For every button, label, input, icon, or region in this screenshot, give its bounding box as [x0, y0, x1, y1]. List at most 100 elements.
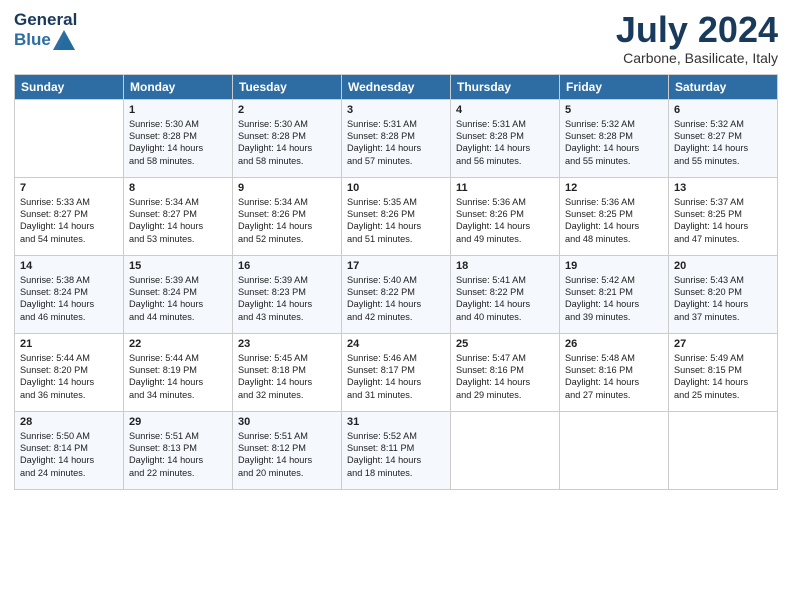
day-number: 29	[129, 416, 227, 428]
calendar-cell: 29 Sunrise: 5:51 AM Sunset: 8:13 PM Dayli…	[124, 411, 233, 489]
day-number: 15	[129, 260, 227, 272]
day-number: 28	[20, 416, 118, 428]
day-number: 24	[347, 338, 445, 350]
day-info: Sunrise: 5:33 AM Sunset: 8:27 PM Dayligh…	[20, 196, 118, 246]
day-info: Sunrise: 5:50 AM Sunset: 8:14 PM Dayligh…	[20, 430, 118, 480]
day-info: Sunrise: 5:47 AM Sunset: 8:16 PM Dayligh…	[456, 352, 554, 402]
day-number: 9	[238, 182, 336, 194]
day-number: 21	[20, 338, 118, 350]
day-number: 25	[456, 338, 554, 350]
day-number: 31	[347, 416, 445, 428]
day-number: 23	[238, 338, 336, 350]
calendar-cell: 4 Sunrise: 5:31 AM Sunset: 8:28 PM Daylig…	[451, 99, 560, 177]
day-info: Sunrise: 5:32 AM Sunset: 8:27 PM Dayligh…	[674, 118, 772, 168]
day-info: Sunrise: 5:37 AM Sunset: 8:25 PM Dayligh…	[674, 196, 772, 246]
day-info: Sunrise: 5:34 AM Sunset: 8:27 PM Dayligh…	[129, 196, 227, 246]
calendar-cell: 23 Sunrise: 5:45 AM Sunset: 8:18 PM Dayli…	[233, 333, 342, 411]
calendar-cell: 17Sunrise: 5:40 AM Sunset: 8:22 PM Dayli…	[342, 255, 451, 333]
calendar-cell: 25 Sunrise: 5:47 AM Sunset: 8:16 PM Dayli…	[451, 333, 560, 411]
day-number: 4	[456, 104, 554, 116]
calendar-cell: 10Sunrise: 5:35 AM Sunset: 8:26 PM Dayli…	[342, 177, 451, 255]
column-header-wednesday: Wednesday	[342, 74, 451, 99]
day-info: Sunrise: 5:52 AM Sunset: 8:11 PM Dayligh…	[347, 430, 445, 480]
week-row-4: 21 Sunrise: 5:44 AM Sunset: 8:20 PM Dayli…	[15, 333, 778, 411]
day-info: Sunrise: 5:31 AM Sunset: 8:28 PM Dayligh…	[347, 118, 445, 168]
day-info: Sunrise: 5:34 AM Sunset: 8:26 PM Dayligh…	[238, 196, 336, 246]
calendar-cell: 11 Sunrise: 5:36 AM Sunset: 8:26 PM Dayli…	[451, 177, 560, 255]
calendar-table: SundayMondayTuesdayWednesdayThursdayFrid…	[14, 74, 778, 490]
logo-line1: General	[14, 10, 77, 30]
location-subtitle: Carbone, Basilicate, Italy	[616, 50, 778, 66]
day-info: Sunrise: 5:44 AM Sunset: 8:19 PM Dayligh…	[129, 352, 227, 402]
day-info: Sunrise: 5:38 AM Sunset: 8:24 PM Dayligh…	[20, 274, 118, 324]
calendar-cell: 20 Sunrise: 5:43 AM Sunset: 8:20 PM Dayli…	[669, 255, 778, 333]
calendar-cell: 3 Sunrise: 5:31 AM Sunset: 8:28 PM Daylig…	[342, 99, 451, 177]
calendar-cell: 2 Sunrise: 5:30 AM Sunset: 8:28 PM Daylig…	[233, 99, 342, 177]
day-info: Sunrise: 5:41 AM Sunset: 8:22 PM Dayligh…	[456, 274, 554, 324]
day-info: Sunrise: 5:35 AM Sunset: 8:26 PM Dayligh…	[347, 196, 445, 246]
day-number: 19	[565, 260, 663, 272]
day-info: Sunrise: 5:44 AM Sunset: 8:20 PM Dayligh…	[20, 352, 118, 402]
calendar-cell: 7 Sunrise: 5:33 AM Sunset: 8:27 PM Daylig…	[15, 177, 124, 255]
day-info: Sunrise: 5:42 AM Sunset: 8:21 PM Dayligh…	[565, 274, 663, 324]
calendar-cell: 1 Sunrise: 5:30 AM Sunset: 8:28 PM Daylig…	[124, 99, 233, 177]
day-number: 14	[20, 260, 118, 272]
calendar-cell	[560, 411, 669, 489]
day-info: Sunrise: 5:48 AM Sunset: 8:16 PM Dayligh…	[565, 352, 663, 402]
day-info: Sunrise: 5:30 AM Sunset: 8:28 PM Dayligh…	[238, 118, 336, 168]
calendar-cell: 22 Sunrise: 5:44 AM Sunset: 8:19 PM Dayli…	[124, 333, 233, 411]
day-info: Sunrise: 5:32 AM Sunset: 8:28 PM Dayligh…	[565, 118, 663, 168]
calendar-cell	[669, 411, 778, 489]
calendar-cell: 18 Sunrise: 5:41 AM Sunset: 8:22 PM Dayli…	[451, 255, 560, 333]
day-number: 20	[674, 260, 772, 272]
day-info: Sunrise: 5:30 AM Sunset: 8:28 PM Dayligh…	[129, 118, 227, 168]
day-info: Sunrise: 5:31 AM Sunset: 8:28 PM Dayligh…	[456, 118, 554, 168]
column-header-thursday: Thursday	[451, 74, 560, 99]
calendar-cell: 24Sunrise: 5:46 AM Sunset: 8:17 PM Dayli…	[342, 333, 451, 411]
day-info: Sunrise: 5:39 AM Sunset: 8:23 PM Dayligh…	[238, 274, 336, 324]
calendar-cell: 12Sunrise: 5:36 AM Sunset: 8:25 PM Dayli…	[560, 177, 669, 255]
day-number: 5	[565, 104, 663, 116]
week-row-5: 28 Sunrise: 5:50 AM Sunset: 8:14 PM Dayli…	[15, 411, 778, 489]
day-number: 26	[565, 338, 663, 350]
column-header-friday: Friday	[560, 74, 669, 99]
header: General Blue July 2024 Carbone, Basilica…	[14, 10, 778, 66]
day-number: 8	[129, 182, 227, 194]
day-number: 3	[347, 104, 445, 116]
logo-line2: Blue	[14, 30, 77, 50]
day-number: 1	[129, 104, 227, 116]
week-row-3: 14 Sunrise: 5:38 AM Sunset: 8:24 PM Dayli…	[15, 255, 778, 333]
day-info: Sunrise: 5:49 AM Sunset: 8:15 PM Dayligh…	[674, 352, 772, 402]
week-row-2: 7 Sunrise: 5:33 AM Sunset: 8:27 PM Daylig…	[15, 177, 778, 255]
calendar-cell: 19 Sunrise: 5:42 AM Sunset: 8:21 PM Dayli…	[560, 255, 669, 333]
logo: General Blue	[14, 10, 77, 50]
calendar-cell: 16 Sunrise: 5:39 AM Sunset: 8:23 PM Dayli…	[233, 255, 342, 333]
calendar-cell: 6 Sunrise: 5:32 AM Sunset: 8:27 PM Daylig…	[669, 99, 778, 177]
day-info: Sunrise: 5:51 AM Sunset: 8:13 PM Dayligh…	[129, 430, 227, 480]
day-number: 2	[238, 104, 336, 116]
day-number: 18	[456, 260, 554, 272]
calendar-cell: 31 Sunrise: 5:52 AM Sunset: 8:11 PM Dayli…	[342, 411, 451, 489]
calendar-cell: 15Sunrise: 5:39 AM Sunset: 8:24 PM Dayli…	[124, 255, 233, 333]
title-block: July 2024 Carbone, Basilicate, Italy	[616, 10, 778, 66]
column-header-tuesday: Tuesday	[233, 74, 342, 99]
day-info: Sunrise: 5:45 AM Sunset: 8:18 PM Dayligh…	[238, 352, 336, 402]
day-number: 6	[674, 104, 772, 116]
day-number: 11	[456, 182, 554, 194]
day-info: Sunrise: 5:36 AM Sunset: 8:26 PM Dayligh…	[456, 196, 554, 246]
day-number: 30	[238, 416, 336, 428]
week-row-1: 1 Sunrise: 5:30 AM Sunset: 8:28 PM Daylig…	[15, 99, 778, 177]
day-number: 16	[238, 260, 336, 272]
calendar-cell: 21 Sunrise: 5:44 AM Sunset: 8:20 PM Dayli…	[15, 333, 124, 411]
calendar-header-row: SundayMondayTuesdayWednesdayThursdayFrid…	[15, 74, 778, 99]
day-number: 12	[565, 182, 663, 194]
day-info: Sunrise: 5:43 AM Sunset: 8:20 PM Dayligh…	[674, 274, 772, 324]
calendar-cell: 28 Sunrise: 5:50 AM Sunset: 8:14 PM Dayli…	[15, 411, 124, 489]
calendar-cell	[15, 99, 124, 177]
calendar-cell: 27Sunrise: 5:49 AM Sunset: 8:15 PM Dayli…	[669, 333, 778, 411]
calendar-cell: 30Sunrise: 5:51 AM Sunset: 8:12 PM Dayli…	[233, 411, 342, 489]
day-number: 7	[20, 182, 118, 194]
calendar-cell: 26 Sunrise: 5:48 AM Sunset: 8:16 PM Dayli…	[560, 333, 669, 411]
day-number: 22	[129, 338, 227, 350]
column-header-saturday: Saturday	[669, 74, 778, 99]
